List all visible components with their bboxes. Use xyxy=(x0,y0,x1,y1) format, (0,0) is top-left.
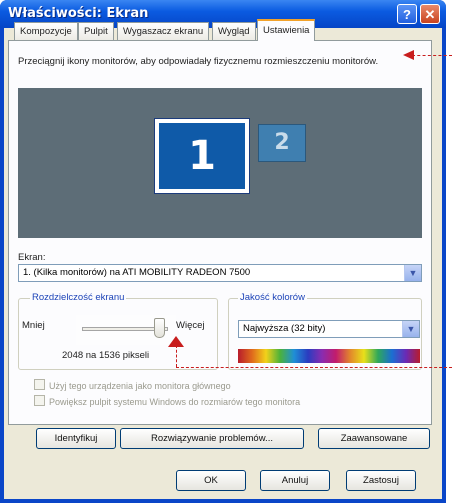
advanced-button[interactable]: Zaawansowane xyxy=(318,428,430,449)
color-quality-select[interactable]: Najwyższa (32 bity) ▼ xyxy=(238,320,420,338)
annotation-arrow-icon xyxy=(168,336,184,347)
primary-monitor-checkbox[interactable]: Użyj tego urządzenia jako monitora główn… xyxy=(34,379,231,391)
chevron-down-icon[interactable]: ▼ xyxy=(402,321,419,337)
resolution-less-label: Mniej xyxy=(22,320,45,331)
resolution-title: Rozdzielczość ekranu xyxy=(30,292,127,303)
extend-desktop-checkbox[interactable]: Powiększ pulpit systemu Windows do rozmi… xyxy=(34,395,300,407)
color-quality-value: Najwyższa (32 bity) xyxy=(243,323,326,334)
tab-pulpit[interactable]: Pulpit xyxy=(78,22,114,40)
annotation-arrow-icon xyxy=(403,50,414,60)
monitor-2-icon[interactable]: 2 xyxy=(258,124,306,162)
checkbox-icon[interactable] xyxy=(34,379,45,390)
color-palette-preview xyxy=(238,349,420,363)
apply-button[interactable]: Zastosuj xyxy=(346,470,416,491)
screen-select[interactable]: 1. (Kilka monitorów) na ATI MOBILITY RAD… xyxy=(18,264,422,282)
resolution-more-label: Więcej xyxy=(176,320,205,331)
slider-annotation-line xyxy=(176,367,452,368)
resolution-value: 2048 na 1536 pikseli xyxy=(62,350,150,361)
tab-annotation-line xyxy=(412,55,452,56)
monitor-1-icon[interactable]: 1 xyxy=(154,118,250,194)
chevron-down-icon[interactable]: ▼ xyxy=(404,265,421,281)
resolution-slider-thumb[interactable] xyxy=(154,318,165,338)
screen-label: Ekran: xyxy=(18,252,46,263)
tab-wyglad[interactable]: Wygląd xyxy=(212,22,256,40)
tab-ustawienia[interactable]: Ustawienia xyxy=(257,19,316,41)
slider-annotation-stem xyxy=(176,345,177,367)
window-title: Właściwości: Ekran xyxy=(8,6,149,21)
screen-select-value: 1. (Kilka monitorów) na ATI MOBILITY RAD… xyxy=(23,267,251,278)
troubleshoot-button[interactable]: Rozwiązywanie problemów... xyxy=(120,428,304,449)
ok-button[interactable]: OK xyxy=(176,470,246,491)
cancel-button[interactable]: Anuluj xyxy=(260,470,330,491)
monitor-arrangement-area[interactable]: 1 2 xyxy=(18,88,422,238)
close-button[interactable]: ✕ xyxy=(420,4,440,24)
checkbox-icon[interactable] xyxy=(34,395,45,406)
tab-kompozycje[interactable]: Kompozycje xyxy=(14,22,78,40)
monitor-1-number: 1 xyxy=(159,123,245,189)
color-quality-title: Jakość kolorów xyxy=(238,292,307,303)
extend-desktop-label: Powiększ pulpit systemu Windows do rozmi… xyxy=(49,397,301,407)
primary-monitor-label: Użyj tego urządzenia jako monitora główn… xyxy=(49,381,231,391)
identify-button[interactable]: Identyfikuj xyxy=(36,428,116,449)
instruction-text: Przeciągnij ikony monitorów, aby odpowia… xyxy=(18,56,379,67)
tab-wygaszacz-ekranu[interactable]: Wygaszacz ekranu xyxy=(117,22,210,40)
help-button[interactable]: ? xyxy=(397,4,417,24)
